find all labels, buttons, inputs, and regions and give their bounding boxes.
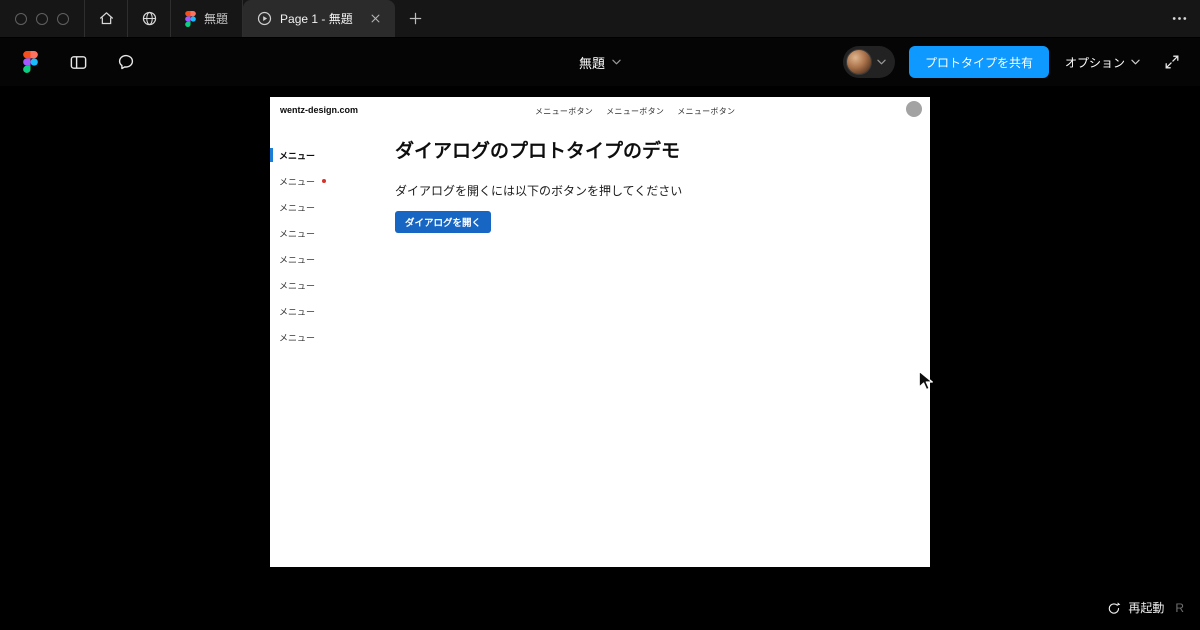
sidebar-menu-item[interactable]: メニュー — [270, 298, 388, 324]
chevron-down-icon — [877, 59, 886, 65]
figma-logo-icon — [22, 51, 38, 73]
menu-item-label: メニュー — [279, 202, 316, 213]
prototype-frame: wentz-design.com メニューボタン メニューボタン メニューボタン… — [270, 97, 930, 567]
close-tab-button[interactable] — [367, 10, 385, 28]
page-description: ダイアログを開くには以下のボタンを押してください — [395, 183, 683, 198]
site-logo-text: wentz-design.com — [280, 105, 359, 115]
comments-button[interactable] — [110, 46, 142, 78]
file-title-menu[interactable]: 無題 — [579, 38, 621, 86]
menu-item-label: メニュー — [279, 150, 316, 161]
fullscreen-button[interactable] — [1156, 46, 1188, 78]
sidebar-menu-item[interactable]: メニュー — [270, 168, 388, 194]
presentation-toolbar: 無題 プロトタイプを共有 オプション — [0, 38, 1200, 86]
globe-icon — [141, 10, 158, 27]
menu-item-label: メニュー — [279, 176, 316, 187]
browser-tab-bar: 無題 Page 1 - 無題 — [0, 0, 1200, 38]
site-avatar[interactable] — [906, 101, 922, 117]
menu-item-label: メニュー — [279, 228, 316, 239]
chevron-down-icon — [1131, 59, 1140, 65]
expand-icon — [1164, 54, 1180, 70]
presentation-play-icon — [257, 11, 272, 26]
site-top-nav: メニューボタン メニューボタン メニューボタン — [535, 106, 735, 117]
file-title: 無題 — [578, 55, 606, 71]
tab-untitled-file[interactable]: 無題 — [171, 0, 242, 37]
menu-item-label: メニュー — [279, 280, 316, 291]
comment-bubble-icon — [117, 53, 135, 71]
more-menu-button[interactable] — [1158, 0, 1200, 37]
prototype-content: ダイアログのプロトタイプのデモ ダイアログを開くには以下のボタンを押してください… — [395, 141, 910, 233]
restart-control: 再起動 R — [1107, 599, 1184, 616]
tabbar-spacer — [437, 0, 1158, 37]
window-close-button[interactable] — [15, 12, 27, 25]
restart-label[interactable]: 再起動 — [1128, 599, 1164, 616]
nav-menu-button[interactable]: メニューボタン — [677, 106, 735, 117]
share-prototype-button[interactable]: プロトタイプを共有 — [908, 46, 1049, 78]
sidebar-menu-item[interactable]: メニュー — [270, 194, 388, 220]
window-controls — [0, 0, 84, 37]
tab-label: Page 1 - 無題 — [280, 12, 353, 26]
sidebar-menu-item[interactable]: メニュー — [270, 324, 388, 350]
notification-dot — [322, 179, 327, 183]
figma-presentation-window: 無題 Page 1 - 無題 無題 プロトタイプを共有 オプション wentz-… — [0, 0, 1200, 630]
presentation-canvas: wentz-design.com メニューボタン メニューボタン メニューボタン… — [0, 86, 1200, 630]
new-tab-button[interactable] — [395, 0, 437, 37]
site-sidebar-menu: メニュー メニュー メニュー メニュー メニュー メニュー メニュー メニュー — [270, 142, 388, 350]
tab-label: 無題 — [204, 12, 229, 26]
toggle-sidebar-button[interactable] — [62, 46, 94, 78]
options-menu[interactable]: オプション — [1063, 54, 1142, 71]
user-avatar — [845, 49, 872, 75]
sidebar-menu-item-active[interactable]: メニュー — [270, 142, 388, 168]
restart-shortcut-hint: R — [1175, 600, 1184, 615]
window-minimize-button[interactable] — [36, 12, 48, 25]
ellipsis-icon — [1171, 10, 1188, 27]
menu-item-label: メニュー — [279, 332, 316, 343]
figma-menu-button[interactable] — [14, 46, 46, 78]
sidebar-menu-item[interactable]: メニュー — [270, 272, 388, 298]
figma-file-icon — [185, 10, 196, 27]
tab-presentation-active[interactable]: Page 1 - 無題 — [243, 0, 395, 37]
toolbar-right-group: プロトタイプを共有 オプション — [842, 38, 1188, 86]
nav-menu-button[interactable]: メニューボタン — [606, 106, 664, 117]
page-title: ダイアログのプロトタイプのデモ — [395, 141, 681, 162]
nav-menu-button[interactable]: メニューボタン — [535, 106, 593, 117]
sidebar-menu-item[interactable]: メニュー — [270, 246, 388, 272]
window-maximize-button[interactable] — [57, 12, 69, 25]
chevron-down-icon — [612, 59, 621, 65]
close-icon — [371, 14, 380, 23]
menu-item-label: メニュー — [279, 254, 316, 265]
browse-community-button[interactable] — [128, 0, 170, 37]
open-dialog-button[interactable]: ダイアログを開く — [395, 210, 492, 233]
home-button[interactable] — [85, 0, 127, 37]
home-icon — [98, 10, 115, 27]
plus-icon — [408, 11, 423, 26]
account-menu[interactable] — [842, 46, 895, 78]
toolbar-left-group — [0, 46, 142, 78]
sidebar-menu-item[interactable]: メニュー — [270, 220, 388, 246]
sidebar-panel-icon — [69, 53, 88, 72]
menu-item-label: メニュー — [279, 306, 316, 317]
restart-icon — [1107, 601, 1121, 615]
options-label: オプション — [1064, 55, 1125, 70]
